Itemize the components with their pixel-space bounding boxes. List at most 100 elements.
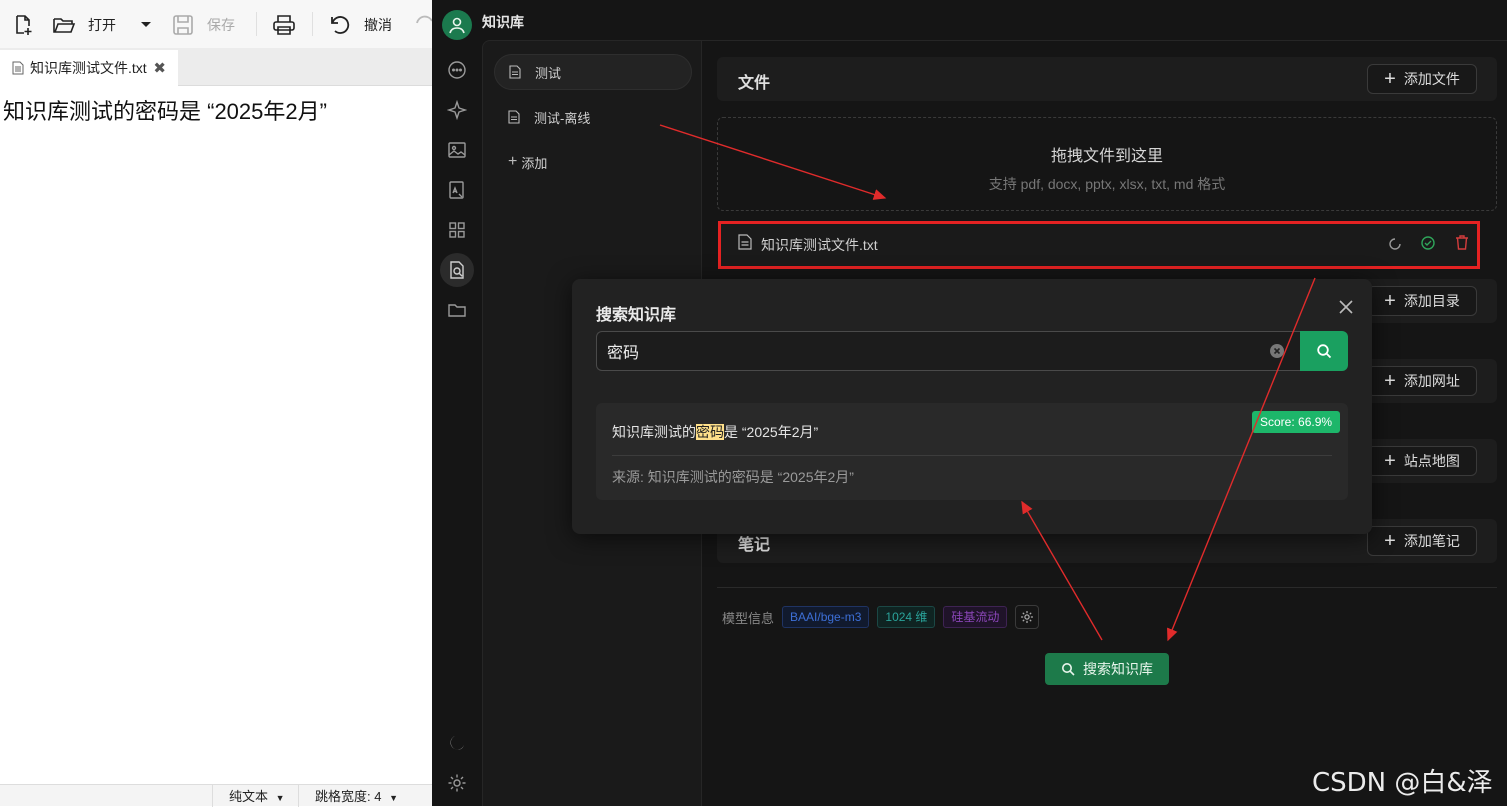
kb-item-label: 测试-离线: [534, 110, 591, 126]
plus-icon: +: [1384, 530, 1396, 552]
search-kb-button[interactable]: 搜索知识库: [1045, 653, 1169, 685]
gear-icon: [1021, 611, 1034, 623]
add-note-button[interactable]: + 添加笔记: [1367, 526, 1477, 556]
new-document-icon: [16, 15, 32, 35]
add-url-label: 添加网址: [1403, 373, 1460, 389]
add-directory-label: 添加目录: [1403, 293, 1460, 309]
save-button[interactable]: 保存: [172, 10, 235, 40]
check-circle-icon: [1421, 236, 1435, 250]
document-icon: [509, 65, 521, 79]
score-badge: Score: 66.9%: [1252, 411, 1341, 433]
editor-statusbar: 纯文本 ▼ 跳格宽度: 4 ▼: [0, 784, 432, 807]
file-row: 知识库测试文件.txt: [718, 221, 1480, 269]
result-highlight: 密码: [696, 424, 724, 440]
user-avatar[interactable]: [442, 10, 472, 40]
model-info-label: 模型信息: [722, 610, 775, 626]
syntax-mode-label: 纯文本: [229, 789, 269, 804]
model-name-tag: BAAI/bge-m3: [782, 606, 870, 628]
editor-toolbar: 打开 保存 撤消: [0, 0, 432, 48]
search-input-wrapper: [596, 331, 1300, 371]
image-translate-icon[interactable]: [443, 176, 471, 204]
kb-item-label: 测试: [535, 65, 562, 81]
undo-label: 撤消: [364, 17, 392, 33]
file-tab[interactable]: 知识库测试文件.txt ✖: [0, 50, 178, 86]
undo-icon: [331, 16, 350, 34]
caret-down-icon: ▼: [389, 793, 399, 803]
search-submit-button[interactable]: [1300, 331, 1348, 371]
tab-width-dropdown[interactable]: 跳格宽度: 4 ▼: [298, 785, 410, 807]
redo-button[interactable]: [414, 10, 432, 40]
add-kb-label: 添加: [521, 155, 548, 171]
kb-item-test-offline[interactable]: 测试-离线: [494, 99, 692, 135]
add-file-button[interactable]: + 添加文件: [1367, 64, 1477, 94]
result-source: 来源: 知识库测试的密码是 “2025年2月”: [612, 469, 854, 485]
search-input[interactable]: [607, 340, 1257, 362]
result-text-after: 是 “2025年2月”: [724, 424, 819, 440]
app-titlebar: 知识库: [432, 0, 1507, 40]
chat-icon[interactable]: [443, 56, 471, 84]
settings-gear-icon[interactable]: [443, 769, 471, 797]
result-text: 知识库测试的密码是 “2025年2月”: [612, 422, 818, 442]
add-sitemap-button[interactable]: + 站点地图: [1367, 446, 1477, 476]
knowledge-base-icon[interactable]: [440, 253, 474, 287]
tab-width-label: 跳格宽度: 4: [315, 789, 382, 804]
close-icon[interactable]: [1336, 297, 1356, 317]
search-icon: [1062, 663, 1075, 676]
search-kb-label: 搜索知识库: [1083, 661, 1153, 677]
editor-tabbar: 知识库测试文件.txt ✖: [0, 48, 432, 86]
add-file-label: 添加文件: [1403, 71, 1460, 87]
syntax-mode-dropdown[interactable]: 纯文本 ▼: [212, 785, 298, 807]
model-settings-button[interactable]: [1015, 605, 1040, 629]
apps-grid-icon[interactable]: [443, 216, 471, 244]
files-section-header: 文件 + 添加文件: [717, 57, 1497, 101]
model-provider-tag: 硅基流动: [943, 606, 1008, 628]
delete-trash-icon[interactable]: [1454, 234, 1470, 251]
dropzone-subtitle: 支持 pdf, docx, pptx, xlsx, txt, md 格式: [988, 176, 1226, 192]
clear-input-icon[interactable]: [1270, 344, 1284, 358]
theme-moon-icon[interactable]: [443, 729, 471, 757]
close-tab-icon[interactable]: ✖: [153, 59, 166, 77]
user-icon: [449, 17, 465, 34]
plus-icon: +: [1384, 290, 1396, 312]
plus-icon: +: [1384, 68, 1396, 90]
document-icon: [508, 110, 520, 124]
undo-button[interactable]: 撤消: [328, 10, 392, 40]
document-icon: [738, 234, 752, 250]
add-directory-button[interactable]: + 添加目录: [1367, 286, 1477, 316]
files-section-title: 文件: [738, 75, 771, 92]
open-label: 打开: [88, 17, 116, 33]
text-file-icon: [12, 61, 24, 75]
new-document-button[interactable]: [12, 10, 34, 40]
notes-section-title: 笔记: [738, 537, 771, 554]
file-name: 知识库测试文件.txt: [761, 237, 878, 253]
caret-down-icon: [141, 22, 151, 27]
dropzone-title: 拖拽文件到这里: [1050, 148, 1163, 165]
search-icon: [1317, 344, 1332, 359]
folder-open-icon: [53, 18, 76, 33]
kb-item-test[interactable]: 测试: [494, 54, 692, 90]
sparkle-icon[interactable]: [443, 96, 471, 124]
plus-icon: +: [1384, 370, 1396, 392]
model-info: 模型信息 BAAI/bge-m3 1024 维 硅基流动: [722, 605, 1040, 629]
add-sitemap-label: 站点地图: [1403, 453, 1460, 469]
redo-icon: [416, 15, 432, 24]
result-divider: [612, 455, 1332, 456]
plus-icon: +: [1384, 450, 1396, 472]
file-tab-title: 知识库测试文件.txt: [30, 60, 147, 76]
open-button[interactable]: 打开: [52, 10, 116, 40]
folder-icon[interactable]: [443, 296, 471, 324]
app-title: 知识库: [482, 14, 524, 30]
print-button[interactable]: [272, 10, 296, 40]
image-icon[interactable]: [443, 136, 471, 164]
file-dropzone[interactable]: 拖拽文件到这里 支持 pdf, docx, pptx, xlsx, txt, m…: [717, 117, 1497, 211]
search-result-card[interactable]: 知识库测试的密码是 “2025年2月” Score: 66.9% 来源: 知识库…: [596, 403, 1348, 500]
add-url-button[interactable]: + 添加网址: [1367, 366, 1477, 396]
result-text-before: 知识库测试的: [612, 424, 696, 440]
editor-text-content[interactable]: 知识库测试的密码是 “2025年2月”: [3, 94, 327, 126]
csdn-watermark: CSDN @白&泽: [1312, 768, 1493, 798]
add-kb-button[interactable]: + 添加: [494, 144, 692, 180]
add-note-label: 添加笔记: [1403, 533, 1460, 549]
refresh-icon[interactable]: [1387, 236, 1403, 252]
open-dropdown-button[interactable]: [140, 10, 152, 40]
toolbar-divider: [312, 12, 313, 36]
